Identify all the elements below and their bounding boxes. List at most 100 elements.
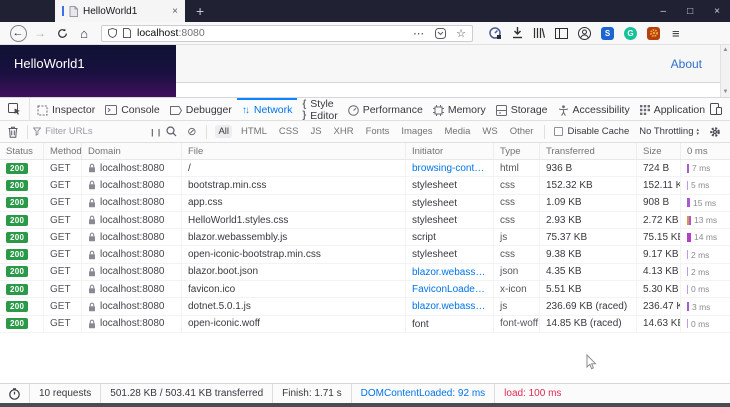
reload-button[interactable] [51,28,73,39]
col-status[interactable]: Status [0,143,44,159]
tab-accessibility[interactable]: Accessibility [553,98,635,120]
filter-urls-input[interactable] [45,126,152,137]
file-cell[interactable]: app.css [182,194,406,211]
window-close-button[interactable]: × [714,6,720,17]
col-domain[interactable]: Domain [82,143,182,159]
tab-console[interactable]: Console [100,98,165,120]
disable-cache-control[interactable]: Disable Cache [554,126,629,137]
grammarly-extension-icon[interactable]: G [624,26,637,40]
clear-requests-icon[interactable] [0,126,22,138]
file-cell[interactable]: blazor.webassembly.js [182,229,406,246]
about-link[interactable]: About [671,57,702,71]
table-row[interactable]: 200 GET localhost:8080 app.css styleshee… [0,194,730,212]
filter-html[interactable]: HTML [238,125,270,138]
filter-xhr[interactable]: XHR [331,125,357,138]
network-settings-gear-icon[interactable] [709,126,721,138]
orange-extension-icon[interactable] [647,26,660,40]
table-row[interactable]: 200 GET localhost:8080 blazor.webassembl… [0,229,730,247]
initiator-cell[interactable]: script [406,229,494,246]
download-icon[interactable] [512,27,523,39]
throttling-dropdown[interactable]: No Throttling ▴ ▾ [639,126,699,137]
table-row[interactable]: 200 GET localhost:8080 open-iconic.woff … [0,315,730,333]
initiator-cell[interactable]: stylesheet [406,194,494,211]
col-method[interactable]: Method [44,143,82,159]
initiator-cell[interactable]: stylesheet [406,211,494,229]
tab-debugger[interactable]: Debugger [165,98,237,120]
filter-urls-field[interactable] [33,126,152,137]
table-row[interactable]: 200 GET localhost:8080 favicon.ico Favic… [0,281,730,299]
initiator-cell[interactable]: browsing-context.js:11… [406,160,494,177]
col-size[interactable]: Size [637,143,681,159]
file-cell[interactable]: HelloWorld1.styles.css [182,211,406,229]
filter-ws[interactable]: WS [479,125,500,138]
back-button[interactable]: ← [7,24,29,42]
table-row[interactable]: 200 GET localhost:8080 blazor.boot.json … [0,263,730,282]
tab-performance[interactable]: Performance [343,98,428,120]
filter-media[interactable]: Media [442,125,474,138]
file-cell[interactable]: open-iconic.woff [182,315,406,332]
window-minimize-button[interactable]: – [661,6,667,17]
file-cell[interactable]: favicon.ico [182,281,406,298]
file-cell[interactable]: open-iconic-bootstrap.min.css [182,246,406,263]
pocket-icon[interactable] [435,27,447,39]
table-row[interactable]: 200 GET localhost:8080 open-iconic-boots… [0,246,730,264]
filter-images[interactable]: Images [398,125,435,138]
initiator-cell[interactable]: FaviconLoader.jsm:191… [406,281,494,298]
browser-tab[interactable]: HelloWorld1 × [55,0,185,22]
col-type[interactable]: Type [494,143,540,159]
responsive-design-icon[interactable] [710,103,723,115]
sidebar-icon[interactable] [555,27,568,39]
s-extension-icon[interactable]: S [601,26,614,40]
scroll-up-icon[interactable]: ▲ [723,47,729,53]
tab-style-editor[interactable]: { } Style Editor [297,98,342,122]
gauge-extension-icon[interactable] [489,26,502,40]
bookmark-star-icon[interactable]: ☆ [456,27,466,40]
tab-inspector[interactable]: Inspector [32,98,100,120]
menu-icon[interactable]: ≡ [672,26,680,41]
file-cell[interactable]: / [182,160,406,177]
url-bar[interactable]: localhost:8080 ⋯ ☆ [101,24,473,42]
page-info-icon[interactable] [123,28,131,38]
table-row[interactable]: 200 GET localhost:8080 dotnet.5.0.1.js b… [0,298,730,316]
col-waterfall[interactable]: 0 ms [681,143,730,159]
page-scrollbar[interactable]: ▲ ▼ [720,45,730,97]
col-transferred[interactable]: Transferred [540,143,637,159]
page-brand[interactable]: HelloWorld1 [14,56,85,71]
tab-application[interactable]: Application [635,98,710,120]
initiator-cell[interactable]: font [406,315,494,332]
tab-memory[interactable]: Memory [428,98,491,120]
disable-cache-checkbox[interactable] [554,127,564,136]
block-requests-icon[interactable]: ⊘ [187,125,196,138]
tab-close-icon[interactable]: × [172,6,178,17]
element-picker-icon[interactable] [0,98,30,120]
filter-fonts[interactable]: Fonts [363,125,393,138]
forward-button[interactable]: → [29,26,51,40]
shield-icon[interactable] [108,28,117,38]
filter-css[interactable]: CSS [276,125,302,138]
url-text[interactable]: localhost:8080 [137,27,205,39]
initiator-cell[interactable]: stylesheet [406,177,494,194]
col-file[interactable]: File [182,143,406,159]
filter-all[interactable]: All [215,125,233,138]
window-maximize-button[interactable]: □ [687,6,693,17]
file-cell[interactable]: bootstrap.min.css [182,177,406,194]
tab-network[interactable]: ↑↓ Network [236,98,298,120]
file-cell[interactable]: blazor.boot.json [182,263,406,281]
table-row[interactable]: 200 GET localhost:8080 bootstrap.min.css… [0,177,730,195]
initiator-cell[interactable]: blazor.webassembly.js:… [406,298,494,315]
account-icon[interactable] [578,26,591,40]
filter-js[interactable]: JS [307,125,324,138]
page-actions-icon[interactable]: ⋯ [413,27,425,40]
initiator-cell[interactable]: stylesheet [406,246,494,263]
filter-other[interactable]: Other [507,125,537,138]
library-icon[interactable] [533,27,545,39]
tab-storage[interactable]: Storage [491,98,553,120]
scroll-down-icon[interactable]: ▼ [723,89,729,95]
home-button[interactable]: ⌂ [73,26,95,41]
table-row[interactable]: 200 GET localhost:8080 / browsing-contex… [0,160,730,178]
file-cell[interactable]: dotnet.5.0.1.js [182,298,406,315]
new-tab-button[interactable]: + [196,3,204,19]
search-icon[interactable] [166,126,177,137]
pause-icon[interactable]: | | [151,127,161,137]
table-row[interactable]: 200 GET localhost:8080 HelloWorld1.style… [0,211,730,230]
